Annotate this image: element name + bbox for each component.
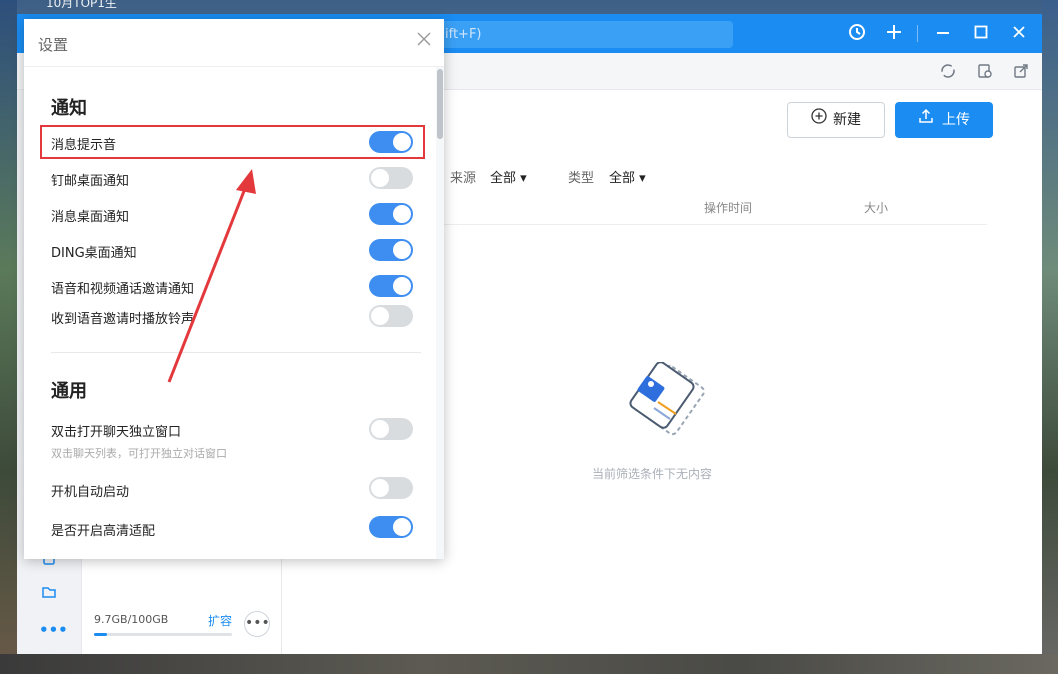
toggle-knob bbox=[371, 420, 389, 438]
storage-progress-fill bbox=[94, 633, 108, 636]
type-filter-label: 类型 bbox=[568, 171, 595, 186]
file-settings-icon[interactable] bbox=[977, 63, 993, 79]
setting-label-voice-invite-ringtone: 收到语音邀请时播放铃声 bbox=[51, 312, 195, 327]
table-header-divider bbox=[427, 224, 987, 225]
toggle-auto-start[interactable] bbox=[369, 477, 413, 499]
column-header-size[interactable]: 大小 bbox=[864, 199, 888, 216]
dialog-title: 设置 bbox=[38, 36, 69, 54]
folder-icon[interactable] bbox=[39, 584, 59, 604]
toggle-voice-invite-ringtone[interactable] bbox=[369, 305, 413, 327]
section-title-notification: 通知 bbox=[51, 98, 87, 119]
toggle-ding-desktop-notify[interactable] bbox=[369, 239, 413, 261]
toggle-knob bbox=[371, 169, 389, 187]
close-icon[interactable] bbox=[414, 31, 434, 51]
desktop-top-text: 10月TOP1生 bbox=[46, 0, 117, 10]
setting-label-auto-start: 开机自动启动 bbox=[51, 485, 130, 500]
source-filter-label: 来源 bbox=[450, 171, 477, 186]
toggle-double-click-window[interactable] bbox=[369, 418, 413, 440]
close-icon[interactable] bbox=[1008, 22, 1030, 44]
minimize-icon[interactable] bbox=[932, 22, 954, 44]
toggle-knob bbox=[393, 205, 411, 223]
plus-icon[interactable] bbox=[883, 22, 905, 44]
upload-button-label: 上传 bbox=[942, 112, 970, 128]
storage-progress-bar bbox=[94, 633, 232, 636]
setting-label-mail-desktop-notify: 钉邮桌面通知 bbox=[51, 174, 130, 189]
desktop-background-bottom bbox=[0, 654, 1058, 674]
caret-down-icon: ▾ bbox=[639, 171, 646, 186]
caret-down-icon: ▾ bbox=[520, 171, 527, 186]
dialog-scrollbar[interactable] bbox=[436, 67, 444, 559]
setting-hint-double-click-window: 双击聊天列表，可打开独立对话窗口 bbox=[51, 447, 227, 460]
new-button[interactable]: 新建 bbox=[787, 102, 885, 138]
toggle-message-desktop-notify[interactable] bbox=[369, 203, 413, 225]
toggle-knob bbox=[393, 518, 411, 536]
toggle-knob bbox=[371, 307, 389, 325]
new-button-label: 新建 bbox=[833, 112, 861, 128]
setting-label-message-desktop-notify: 消息桌面通知 bbox=[51, 210, 130, 225]
desktop-background-right bbox=[1042, 0, 1058, 674]
dialog-header: 设置 bbox=[24, 19, 444, 67]
desktop-background-left bbox=[0, 0, 17, 674]
source-filter-value: 全部 bbox=[490, 171, 517, 186]
toggle-knob bbox=[371, 479, 389, 497]
empty-state-text: 当前筛选条件下无内容 bbox=[592, 467, 713, 481]
toggle-mail-desktop-notify[interactable] bbox=[369, 167, 413, 189]
section-title-general: 通用 bbox=[51, 381, 87, 402]
setting-label-hd-adapt: 是否开启高清适配 bbox=[51, 524, 156, 539]
history-icon[interactable] bbox=[846, 22, 868, 44]
empty-state-icon bbox=[620, 361, 710, 442]
setting-label-double-click-window: 双击打开聊天独立窗口 bbox=[51, 425, 182, 440]
toggle-knob bbox=[393, 241, 411, 259]
type-filter-value: 全部 bbox=[609, 171, 636, 186]
setting-label-call-invite-notify: 语音和视频通话邀请通知 bbox=[51, 282, 195, 297]
maximize-icon[interactable] bbox=[970, 22, 992, 44]
plus-circle-icon bbox=[811, 103, 827, 137]
type-filter-dropdown[interactable]: 全部 ▾ bbox=[609, 167, 646, 186]
highlight-annotation-box bbox=[40, 125, 425, 159]
setting-label-ding-desktop-notify: DING桌面通知 bbox=[51, 246, 137, 261]
section-divider bbox=[51, 352, 421, 353]
sync-icon[interactable] bbox=[940, 63, 956, 79]
upload-icon bbox=[918, 102, 934, 138]
source-filter-dropdown[interactable]: 全部 ▾ bbox=[490, 167, 527, 186]
watermark-url: jingyan.baidu.com bbox=[818, 622, 992, 642]
expand-storage-link[interactable]: 扩容 bbox=[208, 612, 232, 629]
share-window-icon[interactable] bbox=[1013, 63, 1029, 79]
toggle-knob bbox=[393, 277, 411, 295]
dialog-scrollbar-thumb[interactable] bbox=[437, 69, 443, 139]
toggle-hd-adapt[interactable] bbox=[369, 516, 413, 538]
upload-button[interactable]: 上传 bbox=[895, 102, 993, 138]
column-header-time[interactable]: 操作时间 bbox=[704, 199, 752, 216]
more-icon[interactable]: ••• bbox=[39, 620, 68, 640]
storage-usage-text: 9.7GB/100GB bbox=[94, 613, 169, 626]
search-input[interactable]: ift+F) bbox=[427, 21, 733, 48]
settings-dialog: 设置 通知 消息提示音 钉邮桌面通知 消息桌面通知 DING桌面通知 语音和视频… bbox=[24, 19, 444, 559]
titlebar-separator bbox=[917, 25, 918, 42]
more-options-button[interactable]: ••• bbox=[244, 611, 270, 637]
toggle-call-invite-notify[interactable] bbox=[369, 275, 413, 297]
